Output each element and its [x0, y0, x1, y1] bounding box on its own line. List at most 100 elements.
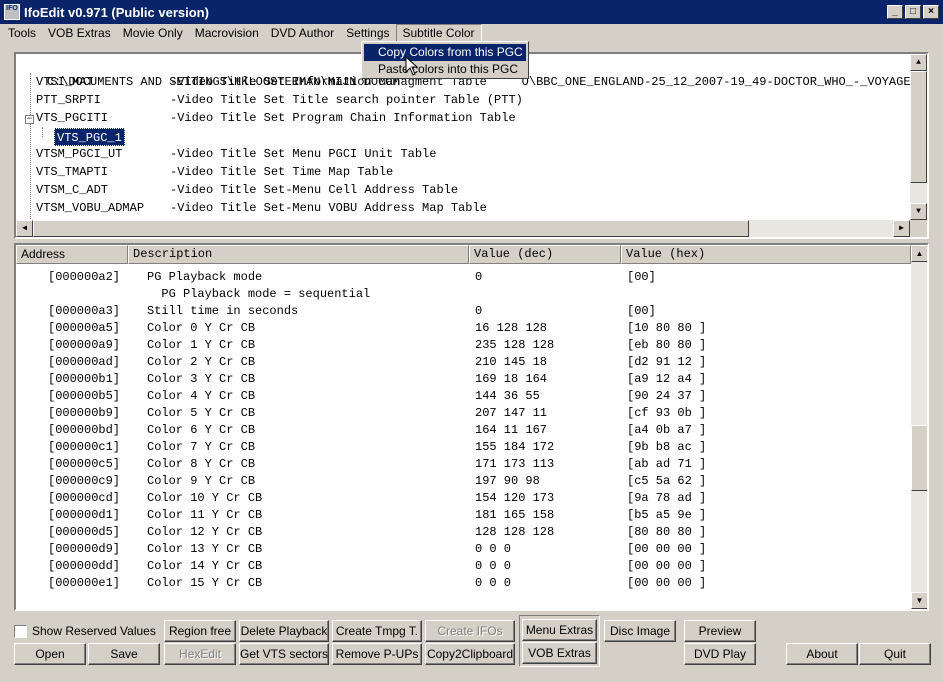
show-reserved-checkbox[interactable]	[14, 625, 27, 638]
cell-description: Color 13 Y Cr CB	[147, 542, 263, 556]
table-vscrollbar[interactable]: ▲ ▼	[911, 245, 927, 609]
cell-value-dec: 210 145 18	[475, 355, 548, 369]
cell-description: Color 6 Y Cr CB	[147, 423, 256, 437]
menu-tools[interactable]: Tools	[2, 24, 42, 43]
open-button[interactable]: Open	[14, 643, 86, 665]
cell-value-dec: 16 128 128	[475, 321, 548, 335]
menu-dvd-author[interactable]: DVD Author	[265, 24, 340, 43]
cell-address: [000000a5]	[48, 321, 121, 335]
cell-value-dec: 154 120 173	[475, 491, 555, 505]
cell-description: Color 2 Y Cr CB	[147, 355, 256, 369]
collapse-icon[interactable]: −	[25, 115, 34, 124]
cell-value-hex: [10 80 80 ]	[627, 321, 707, 335]
cell-description: Color 0 Y Cr CB	[147, 321, 256, 335]
tree-path-suffix: O\BBC_ONE_ENGLAND-25_12_2007-19_49-DOCTO…	[521, 75, 911, 89]
menu-vob-extras[interactable]: VOB Extras	[42, 24, 117, 43]
mouse-cursor-icon	[405, 56, 419, 76]
cell-value-dec: 181 165 158	[475, 508, 555, 522]
scroll-up-icon[interactable]: ▲	[910, 54, 927, 71]
tree-item-desc: -Video Title Set Time Map Table	[170, 165, 394, 179]
column-header-value-dec[interactable]: Value (dec)	[469, 245, 621, 264]
cell-value-hex: [b5 a5 9e ]	[627, 508, 707, 522]
maximize-icon[interactable]: □	[905, 5, 921, 19]
about-button[interactable]: About	[786, 643, 858, 665]
remove-pups-button[interactable]: Remove P-UPs	[332, 643, 422, 665]
cell-address: [000000a2]	[48, 270, 121, 284]
scroll-right-icon[interactable]: ▶	[893, 220, 910, 237]
get-vts-sectors-button[interactable]: Get VTS sectors	[239, 643, 329, 665]
copy-colors-menu-item[interactable]: Copy Colors from this PGC	[364, 44, 526, 61]
column-header-address[interactable]: Address	[16, 245, 128, 264]
cell-value-hex: [d2 91 12 ]	[627, 355, 707, 369]
cell-value-dec: 0 0 0	[475, 576, 512, 590]
scroll-down-icon[interactable]: ▼	[911, 592, 927, 609]
tree-item-desc: -Video Title Set Program Chain Informati…	[170, 111, 516, 125]
cell-value-hex: [9a 78 ad ]	[627, 491, 707, 505]
menu-extras-button[interactable]: Menu Extras	[522, 619, 597, 641]
preview-button[interactable]: Preview	[684, 620, 756, 642]
quit-button[interactable]: Quit	[859, 643, 931, 665]
cell-address: [000000b5]	[48, 389, 121, 403]
tree-item-desc: -Video Title Set Menu PGCI Unit Table	[170, 147, 437, 161]
cell-value-dec: 144 36 55	[475, 389, 540, 403]
cell-description: Color 15 Y Cr CB	[147, 576, 263, 590]
tree-item-vtsm-c-adt[interactable]: VTSM_C_ADT	[36, 181, 108, 199]
scroll-thumb[interactable]	[911, 425, 927, 491]
cell-value-hex: [c5 5a 62 ]	[627, 474, 707, 488]
cell-value-dec: 207 147 11	[475, 406, 548, 420]
cell-address: [000000d1]	[48, 508, 121, 522]
menu-movie-only[interactable]: Movie Only	[117, 24, 189, 43]
tree-line	[42, 127, 43, 137]
menu-macrovision[interactable]: Macrovision	[189, 24, 265, 43]
tree-hscrollbar[interactable]: ◀ ▶	[16, 220, 910, 237]
tree-item-vtsm-pgci-ut[interactable]: VTSM_PGCI_UT	[36, 145, 122, 163]
create-ifos-button[interactable]: Create IFOs	[425, 620, 515, 642]
vob-extras-button[interactable]: VOB Extras	[522, 642, 597, 664]
cell-value-dec: 0	[475, 304, 483, 318]
scroll-down-icon[interactable]: ▼	[910, 203, 927, 220]
hexedit-button[interactable]: HexEdit	[164, 643, 236, 665]
create-tmpg-button[interactable]: Create Tmpg T.	[332, 620, 422, 642]
column-header-value-hex[interactable]: Value (hex)	[621, 245, 911, 264]
disc-image-button[interactable]: Disc Image	[604, 620, 676, 642]
cell-address: [000000bd]	[48, 423, 121, 437]
scroll-corner	[910, 220, 927, 237]
tree-item-vtsi-mat[interactable]: VTSI_MAT	[36, 73, 94, 91]
data-table[interactable]: Address Description Value (dec) Value (h…	[14, 243, 929, 611]
cell-value-dec: 128 128 128	[475, 525, 555, 539]
cell-value-hex: [90 24 37 ]	[627, 389, 707, 403]
cell-value-dec: 0 0 0	[475, 542, 512, 556]
delete-playback-button[interactable]: Delete Playback	[239, 620, 329, 642]
scroll-left-icon[interactable]: ◀	[16, 220, 33, 237]
column-header-description[interactable]: Description	[128, 245, 469, 264]
tree-panel[interactable]: C:\DOCUMENTS AND SETTINGS\HKLOOSTERMAN\M…	[14, 52, 929, 239]
tree-item-label: VTSM_C_ADT	[36, 183, 109, 197]
tree-item-vts-pgciti[interactable]: VTS_PGCITI	[36, 109, 108, 127]
cell-value-hex: [eb 80 80 ]	[627, 338, 707, 352]
tree-item-label: VTS_TMAPTI	[36, 165, 109, 179]
region-free-button[interactable]: Region free	[164, 620, 236, 642]
save-button[interactable]: Save	[88, 643, 160, 665]
scroll-up-icon[interactable]: ▲	[911, 245, 927, 262]
tree-item-label: PTT_SRPTI	[36, 93, 101, 107]
tree-item-vts-tmapti[interactable]: VTS_TMAPTI	[36, 163, 108, 181]
close-icon[interactable]: ×	[923, 5, 939, 19]
scroll-thumb[interactable]	[910, 71, 927, 183]
scroll-thumb[interactable]	[33, 220, 749, 237]
tree-item-vtsm-vobu-admap[interactable]: VTSM_VOBU_ADMAP	[36, 199, 144, 217]
cell-value-hex: [00]	[627, 304, 656, 318]
cell-description: Still time in seconds	[147, 304, 299, 318]
tree-item-desc: -Video Title Set Title search pointer Ta…	[170, 93, 523, 107]
tree-vscrollbar[interactable]: ▲ ▼	[910, 54, 927, 220]
title-bar[interactable]: IFO IfoEdit v0.971 (Public version) _ □ …	[0, 0, 943, 24]
cell-address: [000000ad]	[48, 355, 121, 369]
minimize-icon[interactable]: _	[887, 5, 903, 19]
cell-description: Color 11 Y Cr CB	[147, 508, 263, 522]
tree-item-ptt-srpti[interactable]: PTT_SRPTI	[36, 91, 101, 109]
paste-colors-menu-item[interactable]: Paste colors into this PGC	[364, 61, 526, 78]
tree-item-vts-pgc-1[interactable]: VTS_PGC_1	[54, 128, 125, 146]
cell-description: PG Playback mode = sequential	[147, 287, 371, 301]
cell-description: Color 3 Y Cr CB	[147, 372, 256, 386]
copy2clipboard-button[interactable]: Copy2Clipboard	[425, 643, 515, 665]
dvd-play-button[interactable]: DVD Play	[684, 643, 756, 665]
